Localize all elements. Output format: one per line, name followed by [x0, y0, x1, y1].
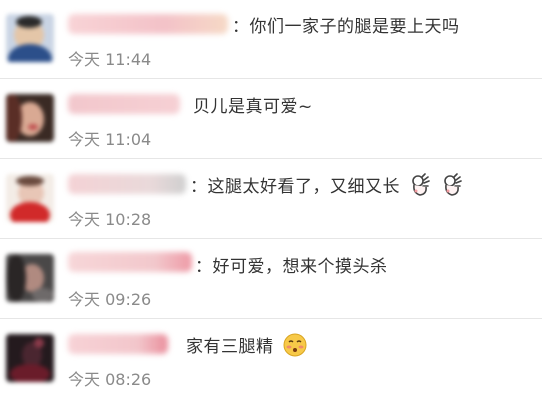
comment-text: ：你们一家子的腿是要上天吗 — [232, 12, 460, 37]
comment-text: ：好可爱，想来个摸头杀 — [195, 252, 388, 277]
username-redacted[interactable] — [68, 174, 186, 194]
avatar[interactable] — [6, 174, 54, 222]
comment-item[interactable]: ：这腿太好看了，又细又长 今天 10:28 — [0, 160, 542, 239]
avatar[interactable] — [6, 254, 54, 302]
comment-text: 家有三腿精 — [186, 332, 307, 362]
username-redacted[interactable] — [68, 334, 168, 354]
comment-text: ：这腿太好看了，又细又长 — [190, 172, 464, 202]
avatar[interactable] — [6, 94, 54, 142]
comment-timestamp: 今天 08:26 — [68, 370, 152, 389]
comment-body: ：这腿太好看了，又细又长 — [190, 177, 400, 197]
comment-timestamp: 今天 09:26 — [68, 290, 152, 309]
avatar[interactable] — [6, 334, 54, 382]
username-redacted[interactable] — [68, 14, 228, 34]
comment-timestamp: 今天 10:28 — [68, 210, 152, 229]
avatar[interactable] — [6, 14, 54, 62]
ok-hand-emoji — [442, 172, 464, 202]
comment-feed: ：你们一家子的腿是要上天吗 今天 11:44 贝儿是真可爱~ 今天 11:04 … — [0, 0, 542, 400]
comment-item[interactable]: 家有三腿精 今天 08:26 — [0, 320, 542, 399]
comment-item[interactable]: ：好可爱，想来个摸头杀 今天 09:26 — [0, 240, 542, 319]
comment-text: 贝儿是真可爱~ — [193, 92, 313, 117]
username-redacted[interactable] — [68, 252, 192, 272]
comment-timestamp: 今天 11:44 — [68, 50, 152, 69]
comment-timestamp: 今天 11:04 — [68, 130, 152, 149]
comment-item[interactable]: ：你们一家子的腿是要上天吗 今天 11:44 — [0, 0, 542, 79]
comment-body: ：你们一家子的腿是要上天吗 — [232, 17, 460, 37]
shy-face-emoji — [283, 333, 307, 362]
username-redacted[interactable] — [68, 94, 180, 114]
ok-hand-emoji — [410, 172, 432, 202]
comment-body: 贝儿是真可爱~ — [193, 97, 313, 117]
comment-body: 家有三腿精 — [186, 337, 274, 357]
comment-body: ：好可爱，想来个摸头杀 — [195, 257, 388, 277]
comment-item[interactable]: 贝儿是真可爱~ 今天 11:04 — [0, 80, 542, 159]
